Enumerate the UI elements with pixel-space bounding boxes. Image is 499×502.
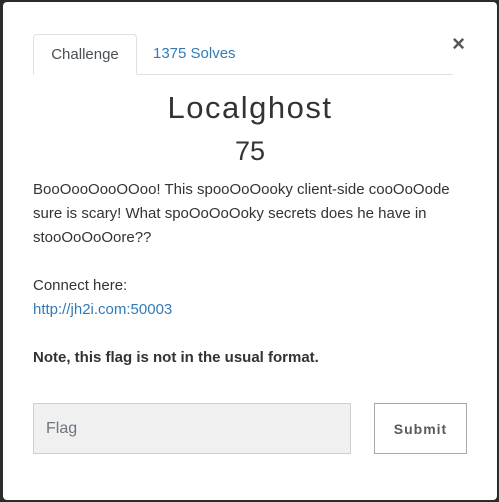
- flag-input[interactable]: [33, 403, 351, 454]
- challenge-modal: Challenge 1375 Solves × Localghost 75 Bo…: [3, 2, 497, 500]
- connect-label: Connect here:: [33, 277, 128, 294]
- challenge-points: 75: [234, 136, 266, 166]
- close-icon[interactable]: ×: [452, 32, 465, 56]
- tab-challenge[interactable]: Challenge: [33, 34, 137, 75]
- description-text: BooOooOooOOoo! This spooOoOooky client-s…: [33, 181, 450, 246]
- tab-solves[interactable]: 1375 Solves: [137, 34, 252, 74]
- challenge-title: Localghost: [167, 90, 333, 125]
- challenge-description: BooOooOooOOoo! This spooOoOooky client-s…: [33, 178, 465, 250]
- flag-format-note: Note, this flag is not in the usual form…: [33, 349, 319, 366]
- submit-button[interactable]: Submit: [374, 403, 467, 454]
- connect-link[interactable]: http://jh2i.com:50003: [33, 298, 172, 322]
- tab-bar: Challenge 1375 Solves: [33, 34, 453, 75]
